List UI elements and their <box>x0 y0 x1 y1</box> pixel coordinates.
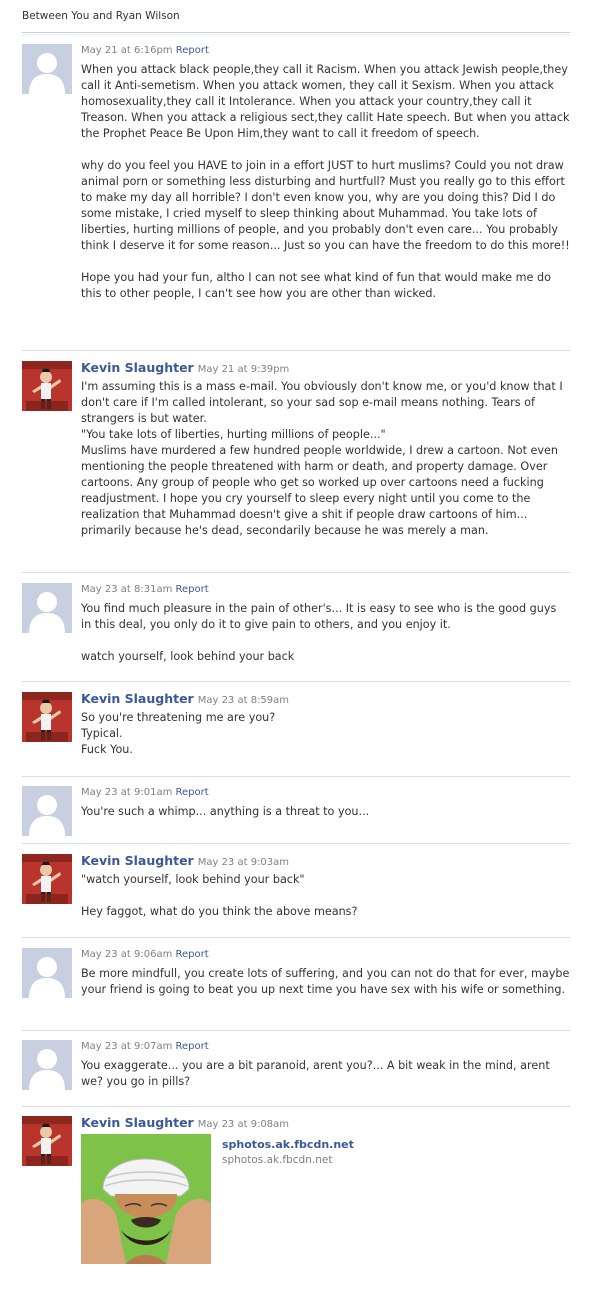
default-avatar <box>22 948 72 998</box>
message-divider <box>22 1106 570 1107</box>
report-link[interactable]: Report <box>176 1041 209 1052</box>
report-link[interactable]: Report <box>176 787 209 798</box>
message-timestamp: May 21 at 9:39pm <box>197 364 290 375</box>
sender-name[interactable]: Kevin Slaughter <box>81 360 194 375</box>
attachment-link[interactable]: sphotos.ak.fbcdn.net <box>222 1138 354 1151</box>
message-timestamp: May 23 at 8:59am <box>197 695 290 706</box>
message-paragraph: When you attack black people,they call i… <box>81 63 570 140</box>
message-timestamp: May 23 at 9:08am <box>197 1119 290 1130</box>
report-link[interactable]: Report <box>176 949 209 960</box>
message-paragraph: Be more mindfull, you create lots of suf… <box>81 967 570 996</box>
default-avatar <box>22 786 72 836</box>
message-divider <box>22 1030 570 1031</box>
message-paragraph: Hey faggot, what do you think the above … <box>81 905 358 918</box>
message-paragraph: You exaggerate... you are a bit paranoid… <box>81 1059 550 1088</box>
attachment-thumbnail[interactable] <box>81 1134 211 1264</box>
message-body: You find much pleasure in the pain of ot… <box>81 601 570 665</box>
message-timestamp: May 23 at 9:01am <box>81 787 173 798</box>
message-body: So you're threatening me are you? Typica… <box>81 710 570 758</box>
message-meta: May 23 at 9:06am Report <box>81 948 570 962</box>
message-divider <box>22 776 570 777</box>
sender-avatar[interactable] <box>22 692 72 742</box>
message-divider <box>22 937 570 938</box>
message-content: Kevin Slaughter May 23 at 9:08am sphotos.a… <box>81 1116 570 1266</box>
message-body: Be more mindfull, you create lots of suf… <box>81 966 570 998</box>
message-meta: May 23 at 8:31am Report <box>81 583 570 597</box>
message-body: "watch yourself, look behind your back" H… <box>81 872 570 920</box>
message-body: When you attack black people,they call i… <box>81 62 570 302</box>
report-link[interactable]: Report <box>176 45 209 56</box>
default-avatar <box>22 1040 72 1090</box>
attachment-source: sphotos.ak.fbcdn.net <box>222 1154 333 1166</box>
sender-name[interactable]: Kevin Slaughter <box>81 1115 194 1130</box>
message-paragraph: You find much pleasure in the pain of ot… <box>81 602 557 631</box>
message-divider <box>22 843 570 844</box>
message-divider <box>22 681 570 682</box>
header-divider <box>22 32 570 33</box>
message-meta: May 23 at 9:07am Report <box>81 1040 570 1054</box>
message-content: Kevin Slaughter May 23 at 8:59am So you're… <box>81 692 570 758</box>
message-content: May 23 at 8:31am Report You find much ple… <box>81 583 570 665</box>
message-content: May 23 at 9:07am Report You exaggerate...… <box>81 1040 570 1090</box>
sender-name[interactable]: Kevin Slaughter <box>81 853 194 868</box>
message-meta: Kevin Slaughter May 23 at 8:59am <box>81 691 570 707</box>
message-content: May 21 at 6:16pm Report When you attack b… <box>81 44 570 302</box>
message-content: Kevin Slaughter May 21 at 9:39pm I'm assum… <box>81 361 570 539</box>
message-meta: May 21 at 6:16pm Report <box>81 44 570 58</box>
default-avatar <box>22 583 72 633</box>
message-timestamp: May 21 at 6:16pm <box>81 45 173 56</box>
message-paragraph: You're such a whimp... anything is a thr… <box>81 805 370 818</box>
message-body: You exaggerate... you are a bit paranoid… <box>81 1058 570 1090</box>
message-divider <box>22 350 570 351</box>
sender-avatar[interactable] <box>22 1116 72 1166</box>
message-paragraph: "watch yourself, look behind your back" <box>81 873 305 886</box>
header-divider-shadow <box>22 34 570 35</box>
message-divider <box>22 572 570 573</box>
message-body: You're such a whimp... anything is a thr… <box>81 804 570 820</box>
thread-title: Between You and Ryan Wilson <box>22 10 180 22</box>
report-link[interactable]: Report <box>176 584 209 595</box>
message-timestamp: May 23 at 9:03am <box>197 857 290 868</box>
sender-name[interactable]: Kevin Slaughter <box>81 691 194 706</box>
message-timestamp: May 23 at 9:07am <box>81 1041 173 1052</box>
default-avatar <box>22 44 72 94</box>
message-content: Kevin Slaughter May 23 at 9:03am "watch yo… <box>81 854 570 920</box>
message-paragraph: Hope you had your fun, altho I can not s… <box>81 271 551 300</box>
message-meta: May 23 at 9:01am Report <box>81 786 570 800</box>
message-paragraph: watch yourself, look behind your back <box>81 650 295 663</box>
message-meta: Kevin Slaughter May 21 at 9:39pm <box>81 360 570 376</box>
message-timestamp: May 23 at 8:31am <box>81 584 173 595</box>
message-paragraph: So you're threatening me are you? Typica… <box>81 711 276 756</box>
message-body: I'm assuming this is a mass e-mail. You … <box>81 379 570 539</box>
message-content: May 23 at 9:01am Report You're such a whi… <box>81 786 570 820</box>
message-meta: Kevin Slaughter May 23 at 9:03am <box>81 853 570 869</box>
sender-avatar[interactable] <box>22 854 72 904</box>
photo-attachment: sphotos.ak.fbcdn.net sphotos.ak.fbcdn.net <box>81 1134 570 1266</box>
message-paragraph: why do you feel you HAVE to join in a ef… <box>81 159 570 252</box>
message-paragraph: I'm assuming this is a mass e-mail. You … <box>81 380 563 537</box>
sender-avatar[interactable] <box>22 361 72 411</box>
message-meta: Kevin Slaughter May 23 at 9:08am <box>81 1115 570 1131</box>
message-content: May 23 at 9:06am Report Be more mindfull,… <box>81 948 570 998</box>
message-timestamp: May 23 at 9:06am <box>81 949 173 960</box>
